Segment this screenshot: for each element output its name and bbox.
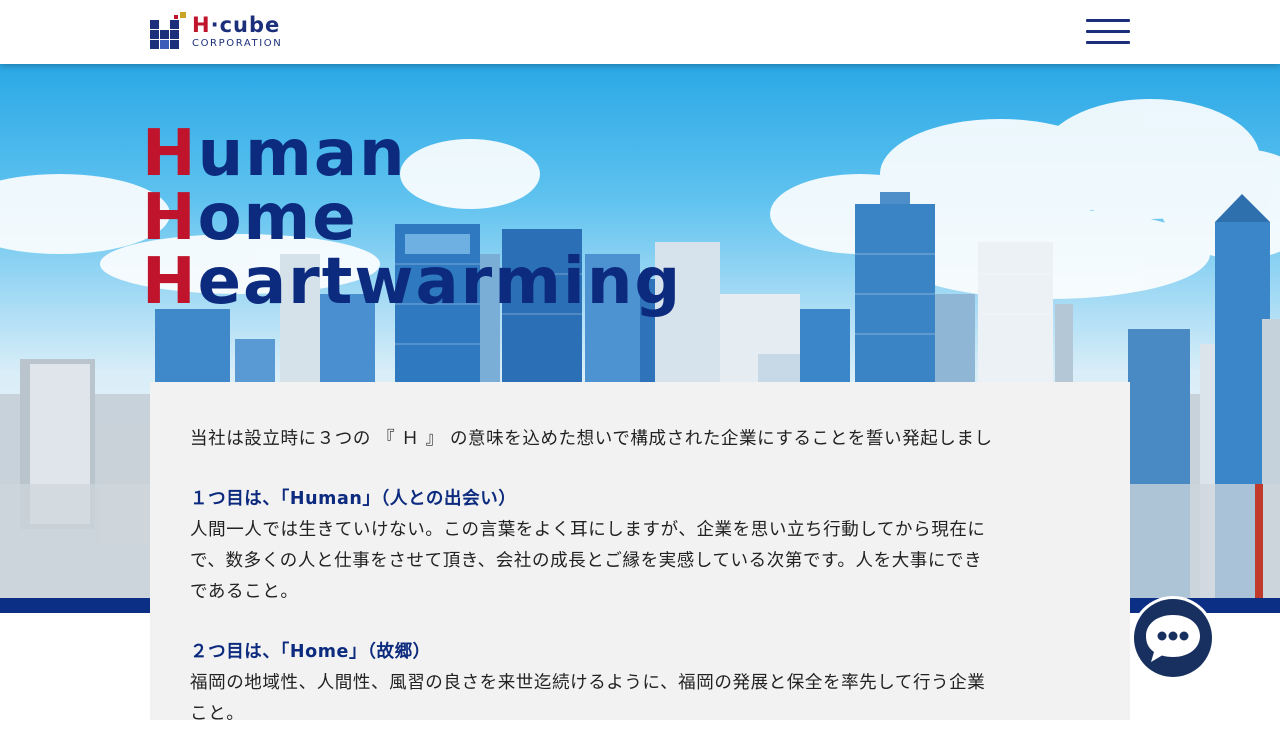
chat-button[interactable] [1131, 596, 1215, 680]
item1-body-line: であること。 [190, 582, 299, 602]
logo-subtitle: CORPORATION [192, 38, 283, 49]
chat-bubble-icon [1146, 615, 1200, 662]
item2-body-line: 福岡の地域性、人間性、風習の良さを来世迄続けるように、福岡の発展と保全を率先して… [190, 673, 986, 693]
item1-heading: １つ目は、「Human」（人との出会い） [190, 489, 517, 509]
hamburger-bar [1086, 41, 1130, 44]
item1-body-line: で、数多くの人と仕事をさせて頂き、会社の成長とご縁を実感している次第です。人を大… [190, 551, 983, 571]
tagline-line-heartwarming: Heartwarming [142, 245, 683, 319]
philosophy-card: 当社は設立時に３つの 『 Ｈ 』 の意味を込めた想いで構成された企業にすることを… [150, 382, 1130, 724]
hamburger-bar [1086, 30, 1130, 33]
item2-heading: ２つ目は、「Home」（故郷） [190, 642, 431, 662]
company-logo[interactable]: H·cube CORPORATION [150, 12, 310, 52]
hamburger-menu-button[interactable] [1086, 19, 1130, 45]
item1-body-line: 人間一人では生きていけない。この言葉をよく耳にしますが、企業を思い立ち行動してか… [190, 520, 986, 540]
site-header: H·cube CORPORATION [0, 0, 1280, 64]
logo-mark-icon [150, 12, 186, 49]
tagline-line-home: Home [142, 181, 358, 255]
tagline-line-human: Human [142, 117, 407, 191]
logo-wordmark: H·cube [192, 13, 281, 37]
philosophy-text: 当社は設立時に３つの 『 Ｈ 』 の意味を込めた想いで構成された企業にすることを… [190, 424, 1030, 730]
intro-text: 当社は設立時に３つの 『 Ｈ 』 の意味を込めた想いで構成された企業にすることを… [190, 429, 993, 449]
hero-tagline: Human Home Heartwarming [142, 122, 682, 314]
hamburger-menu-icon [1086, 19, 1130, 22]
item2-body-line: こと。 [190, 704, 245, 724]
chat-button-face [1134, 599, 1212, 677]
